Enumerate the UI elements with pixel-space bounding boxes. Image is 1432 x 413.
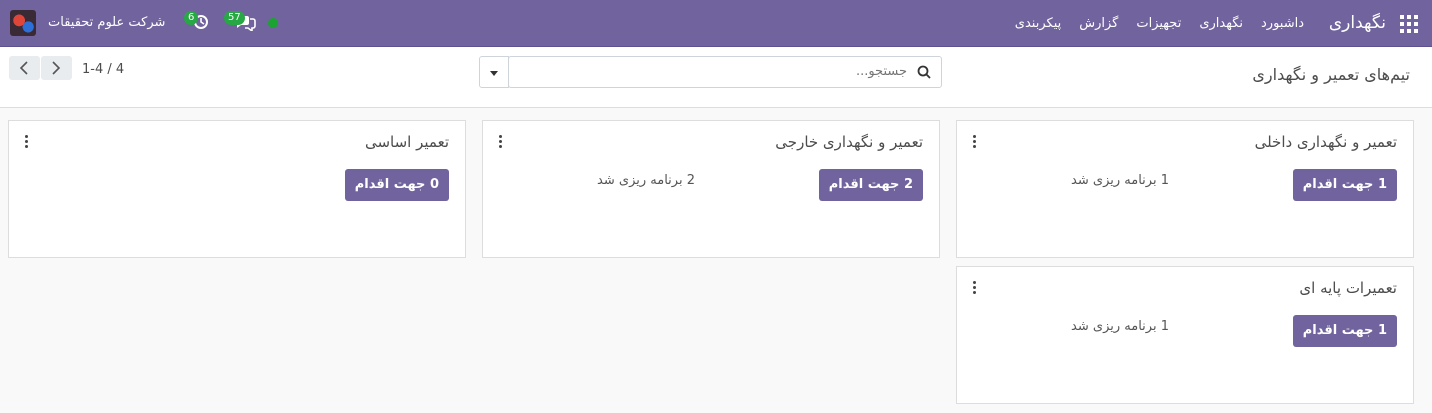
menu-item-reporting[interactable]: گزارش: [1079, 16, 1118, 31]
company-switcher[interactable]: شرکت علوم تحقیقات: [48, 15, 165, 30]
menu-item-dashboard[interactable]: داشبورد: [1261, 16, 1304, 31]
menu-item-equipment[interactable]: تجهیزات: [1136, 16, 1181, 31]
card-menu-icon[interactable]: [25, 135, 29, 149]
pager-value[interactable]: 1-4 / 4: [82, 62, 124, 77]
apps-menu-icon[interactable]: [1400, 15, 1418, 33]
page-title: تیم‌های تعمیر و نگهداری: [1252, 65, 1410, 84]
to-do-button[interactable]: 1 جهت اقدام: [1292, 315, 1397, 347]
menu-item-maintenance[interactable]: نگهداری: [1199, 16, 1243, 31]
to-do-button[interactable]: 2 جهت اقدام: [818, 169, 923, 201]
chevron-right-icon: [52, 61, 61, 75]
menu-item-configuration[interactable]: پیکربندی: [1015, 16, 1061, 31]
team-card[interactable]: تعمیر و نگهداری خارجی 2 جهت اقدام 2 برنا…: [482, 120, 940, 258]
card-menu-icon[interactable]: [973, 135, 977, 149]
top-navbar: نگهداری داشبورد نگهداری تجهیزات گزارش پی…: [0, 0, 1432, 47]
team-name[interactable]: تعمیر اساسی: [365, 133, 449, 151]
pager-next-button[interactable]: [41, 56, 72, 80]
main-menu: داشبورد نگهداری تجهیزات گزارش پیکربندی: [1015, 16, 1304, 31]
team-name[interactable]: تعمیر و نگهداری داخلی: [1255, 133, 1397, 151]
chevron-left-icon: [19, 61, 28, 75]
search-icon[interactable]: [917, 65, 931, 79]
to-do-button[interactable]: 1 جهت اقدام: [1292, 169, 1397, 201]
team-card[interactable]: تعمیرات پایه ای 1 جهت اقدام 1 برنامه ریز…: [956, 266, 1414, 404]
search-options-toggle[interactable]: [479, 56, 509, 88]
team-name[interactable]: تعمیر و نگهداری خارجی: [775, 133, 923, 151]
scheduled-link[interactable]: 1 برنامه ریزی شد: [1071, 319, 1169, 334]
team-card[interactable]: تعمیر اساسی 0 جهت اقدام: [8, 120, 466, 258]
user-avatar[interactable]: [10, 10, 36, 36]
search-input[interactable]: [547, 64, 907, 79]
scheduled-link[interactable]: 1 برنامه ریزی شد: [1071, 173, 1169, 188]
scheduled-link[interactable]: 2 برنامه ریزی شد: [597, 173, 695, 188]
pager-previous-button[interactable]: [9, 56, 40, 80]
card-menu-icon[interactable]: [499, 135, 503, 149]
card-menu-icon[interactable]: [973, 281, 977, 295]
search-box: [508, 56, 942, 88]
control-panel: تیم‌های تعمیر و نگهداری 1-4 / 4: [0, 47, 1432, 108]
team-name[interactable]: تعمیرات پایه ای: [1299, 279, 1397, 297]
to-do-button[interactable]: 0 جهت اقدام: [344, 169, 449, 201]
chat-count-badge: 57: [224, 11, 245, 25]
online-status-dot: [268, 18, 278, 28]
team-card[interactable]: تعمیر و نگهداری داخلی 1 جهت اقدام 1 برنا…: [956, 120, 1414, 258]
app-brand[interactable]: نگهداری: [1329, 13, 1386, 33]
